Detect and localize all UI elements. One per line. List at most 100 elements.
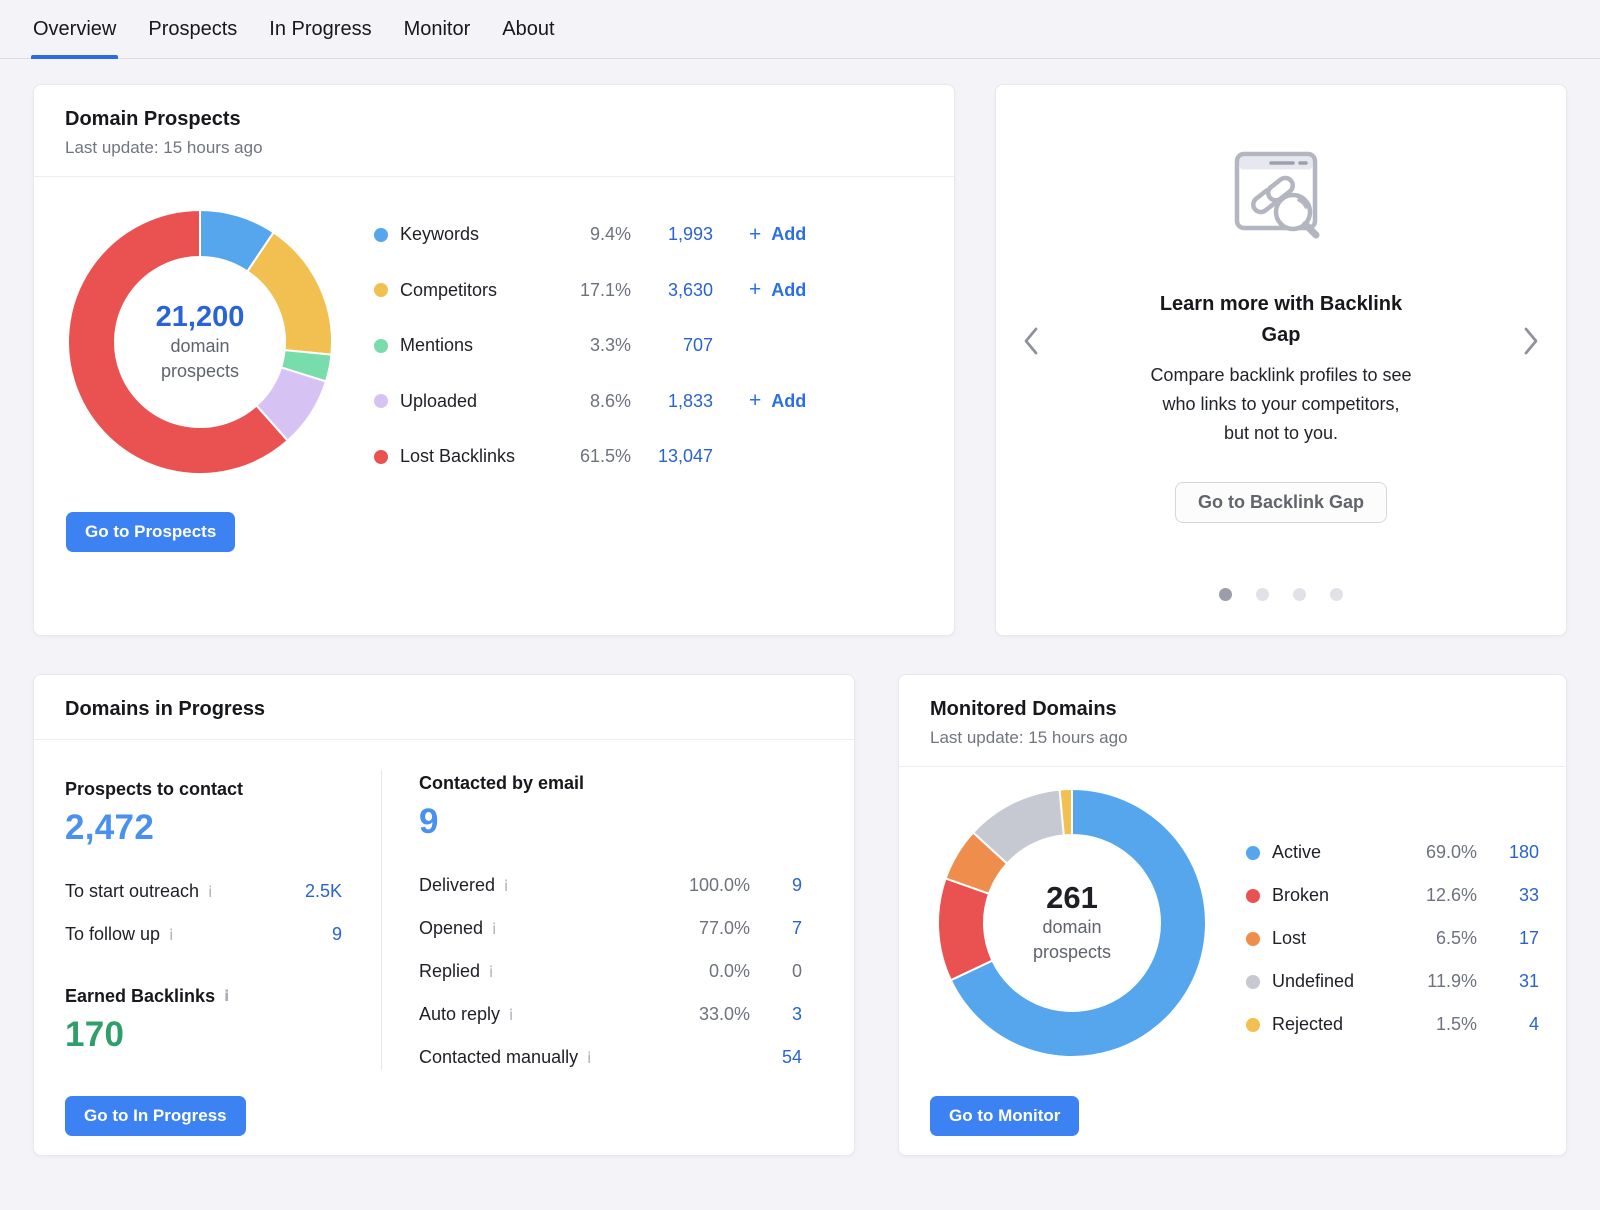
info-icon[interactable]: i	[169, 926, 173, 944]
description-line: but not to you.	[1081, 419, 1481, 448]
info-icon[interactable]: i	[224, 986, 229, 1007]
carousel-prev-arrow-icon[interactable]	[1022, 325, 1040, 357]
tab-in-progress[interactable]: In Progress	[267, 18, 373, 58]
page-content: Domain Prospects Last update: 15 hours a…	[0, 59, 1600, 1156]
add-label: Add	[771, 391, 806, 412]
domain-prospects-donut-chart[interactable]: 21,200 domain prospects	[66, 208, 334, 476]
carousel-dot-4[interactable]	[1330, 588, 1343, 601]
stat-value-link[interactable]: 7	[750, 918, 802, 939]
legend-color-dot	[1246, 1018, 1260, 1032]
info-icon[interactable]: i	[489, 963, 493, 981]
stat-label: To follow up	[65, 924, 160, 945]
stat-row-opened: Opened i 77.0% 7	[419, 907, 802, 950]
domains-in-progress-card: Domains in Progress Prospects to contact…	[33, 674, 855, 1156]
info-icon[interactable]: i	[492, 920, 496, 938]
domain-prospects-header: Domain Prospects Last update: 15 hours a…	[34, 85, 954, 176]
legend-item-undefined: Undefined 11.9% 31	[1246, 960, 1539, 1003]
donut-center-label: 261 domain prospects	[936, 787, 1208, 1059]
go-to-monitor-button[interactable]: Go to Monitor	[930, 1096, 1079, 1136]
title-line: Gap	[1141, 320, 1421, 351]
tab-prospects[interactable]: Prospects	[146, 18, 239, 58]
donut-center-caption: domain	[1042, 915, 1101, 940]
legend-color-dot	[1246, 846, 1260, 860]
total-monitored-value: 261	[1046, 881, 1098, 915]
backlink-gap-promo-card: Learn more with Backlink Gap Compare bac…	[995, 84, 1567, 636]
description-line: who links to your competitors,	[1081, 390, 1481, 419]
monitored-domains-donut-chart[interactable]: 261 domain prospects	[936, 787, 1208, 1059]
legend-percent: 8.6%	[555, 391, 631, 412]
tab-about[interactable]: About	[500, 18, 556, 58]
stat-value-link[interactable]: 9	[272, 924, 342, 945]
legend-count-link[interactable]: 4	[1477, 1014, 1539, 1035]
legend-item-active: Active 69.0% 180	[1246, 831, 1539, 874]
monitored-domains-legend: Active 69.0% 180 Broken 12.6% 33 Lost 6.…	[1246, 831, 1539, 1059]
go-to-prospects-button[interactable]: Go to Prospects	[66, 512, 235, 552]
legend-color-dot	[1246, 975, 1260, 989]
legend-count-link[interactable]: 17	[1477, 928, 1539, 949]
legend-item-keywords: Keywords 9.4% 1,993 + Add	[374, 207, 806, 263]
outreach-stats: To start outreach i 2.5K To follow up i …	[65, 870, 381, 956]
legend-color-dot	[374, 228, 388, 242]
legend-label: Undefined	[1272, 971, 1397, 992]
stat-label: Replied	[419, 961, 480, 982]
info-icon[interactable]: i	[208, 883, 212, 901]
info-icon[interactable]: i	[509, 1006, 513, 1024]
legend-item-lost-backlinks: Lost Backlinks 61.5% 13,047 +	[374, 429, 806, 485]
stat-label: To start outreach	[65, 881, 199, 902]
stat-label: Delivered	[419, 875, 495, 896]
contacted-by-email-heading: Contacted by email	[419, 773, 802, 794]
legend-item-lost: Lost 6.5% 17	[1246, 917, 1539, 960]
legend-percent: 69.0%	[1397, 842, 1477, 863]
stat-percent: 100.0%	[660, 875, 750, 896]
go-to-in-progress-button[interactable]: Go to In Progress	[65, 1096, 246, 1136]
legend-count-link[interactable]: 31	[1477, 971, 1539, 992]
info-icon[interactable]: i	[504, 877, 508, 895]
contacted-by-email-section: Contacted by email 9 Delivered i 100.0% …	[381, 740, 854, 1079]
carousel-dot-1[interactable]	[1219, 588, 1232, 601]
title-line: Learn more with Backlink	[1141, 289, 1421, 320]
legend-item-rejected: Rejected 1.5% 4	[1246, 1003, 1539, 1046]
legend-count-link[interactable]: 3,630	[631, 280, 713, 301]
legend-percent: 61.5%	[555, 446, 631, 467]
tab-monitor[interactable]: Monitor	[402, 18, 473, 58]
legend-label: Broken	[1272, 885, 1397, 906]
legend-color-dot	[374, 394, 388, 408]
legend-count-link[interactable]: 1,833	[631, 391, 713, 412]
tab-bar: Overview Prospects In Progress Monitor A…	[0, 0, 1600, 59]
email-stats: Delivered i 100.0% 9 Opened i 77.0%	[419, 864, 802, 1079]
tab-overview[interactable]: Overview	[31, 18, 118, 58]
stat-value-link[interactable]: 3	[750, 1004, 802, 1025]
legend-count-link[interactable]: 707	[631, 335, 713, 356]
domains-in-progress-header: Domains in Progress	[34, 675, 854, 739]
add-label: Add	[771, 280, 806, 301]
card-title: Domain Prospects	[65, 107, 923, 131]
stat-value-link[interactable]: 9	[750, 875, 802, 896]
stat-value-link[interactable]: 54	[750, 1047, 802, 1068]
prospects-to-contact-section: Prospects to contact 2,472 To start outr…	[34, 740, 381, 1079]
donut-center-caption: prospects	[1033, 940, 1111, 965]
legend-label: Lost Backlinks	[400, 446, 555, 467]
legend-label: Keywords	[400, 224, 555, 245]
carousel-dot-3[interactable]	[1293, 588, 1306, 601]
legend-color-dot	[374, 339, 388, 353]
earned-backlinks-heading: Earned Backlinks i	[65, 986, 381, 1007]
plus-icon: +	[749, 392, 761, 410]
last-update-text: Last update: 15 hours ago	[65, 138, 923, 158]
legend-color-dot	[1246, 932, 1260, 946]
stat-value-link[interactable]: 2.5K	[272, 881, 342, 902]
carousel-dot-2[interactable]	[1256, 588, 1269, 601]
donut-center-caption: domain	[170, 334, 229, 359]
info-icon[interactable]: i	[587, 1049, 591, 1067]
add-uploaded-link[interactable]: + Add	[749, 391, 806, 412]
add-keywords-link[interactable]: + Add	[749, 224, 806, 245]
go-to-backlink-gap-button[interactable]: Go to Backlink Gap	[1175, 482, 1387, 523]
legend-count-link[interactable]: 180	[1477, 842, 1539, 863]
domain-prospects-card: Domain Prospects Last update: 15 hours a…	[33, 84, 955, 636]
legend-count-link[interactable]: 13,047	[631, 446, 713, 467]
legend-count-link[interactable]: 33	[1477, 885, 1539, 906]
last-update-text: Last update: 15 hours ago	[930, 728, 1535, 748]
carousel-next-arrow-icon[interactable]	[1522, 325, 1540, 357]
legend-count-link[interactable]: 1,993	[631, 224, 713, 245]
add-competitors-link[interactable]: + Add	[749, 280, 806, 301]
legend-color-dot	[374, 283, 388, 297]
